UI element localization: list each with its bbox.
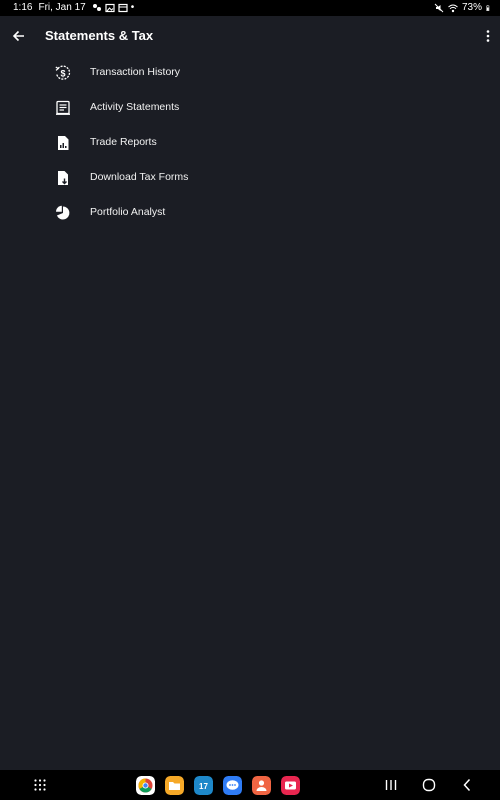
more-options-button[interactable] [482,23,494,49]
download-file-icon [58,171,68,185]
menu-item-portfolio-analyst[interactable]: Portfolio Analyst [0,195,500,230]
arrow-left-icon [12,30,24,42]
menu-item-label: Transaction History [90,66,181,78]
more-vert-icon [486,30,490,42]
svg-text:$: $ [60,69,65,79]
calendar-day-label: 17 [199,782,208,791]
calendar-app-icon[interactable]: 17 [194,776,213,795]
nav-back-button[interactable] [458,776,476,794]
dollar-history-icon: $ [55,65,71,80]
status-date: Fri, Jan 17 [38,2,86,13]
report-file-icon [58,136,69,150]
calendar-notification-icon [118,3,128,12]
statements-menu: $ Transaction History Activity Statement… [0,55,500,230]
menu-item-trade-reports[interactable]: Trade Reports [0,125,500,160]
pie-chart-icon [56,205,70,220]
apps-grid-icon[interactable] [33,778,47,792]
system-navigation [382,776,476,794]
menu-item-label: Portfolio Analyst [90,206,166,218]
menu-item-download-tax-forms[interactable]: Download Tax Forms [0,160,500,195]
chrome-app-icon[interactable] [136,776,155,795]
menu-item-activity-statements[interactable]: Activity Statements [0,90,500,125]
wifi-icon [448,4,458,12]
battery-percent: 73% [461,2,482,13]
back-button[interactable] [8,22,28,50]
home-circle-icon [422,778,436,792]
status-right: 73% [434,2,492,13]
app-bar: Statements & Tax [0,16,500,56]
status-left: 1:16 Fri, Jan 17 • [13,2,134,13]
recent-apps-button[interactable] [382,776,400,794]
contacts-app-icon[interactable] [252,776,271,795]
battery-icon [486,4,490,11]
home-button[interactable] [420,776,438,794]
app-dock: 17 [136,776,300,795]
status-bar: 1:16 Fri, Jan 17 • 73% [0,0,500,16]
menu-item-label: Activity Statements [90,101,180,113]
notification-app-icon [92,3,101,11]
messages-app-icon[interactable] [223,776,242,795]
statement-document-icon [56,100,70,115]
menu-item-label: Download Tax Forms [90,171,189,183]
recent-apps-icon [385,780,397,790]
files-app-icon[interactable] [165,776,184,795]
chevron-left-icon [463,778,471,792]
bottom-bar: 17 [0,770,500,800]
image-notification-icon [105,3,115,12]
status-time: 1:16 [13,2,33,13]
page-title: Statements & Tax [45,28,154,43]
menu-item-transaction-history[interactable]: $ Transaction History [0,55,500,90]
status-notification-icons: • [92,2,135,13]
mute-icon [434,3,444,12]
video-app-icon[interactable] [281,776,300,795]
menu-item-label: Trade Reports [90,136,157,148]
more-notifications-dot: • [130,2,135,13]
